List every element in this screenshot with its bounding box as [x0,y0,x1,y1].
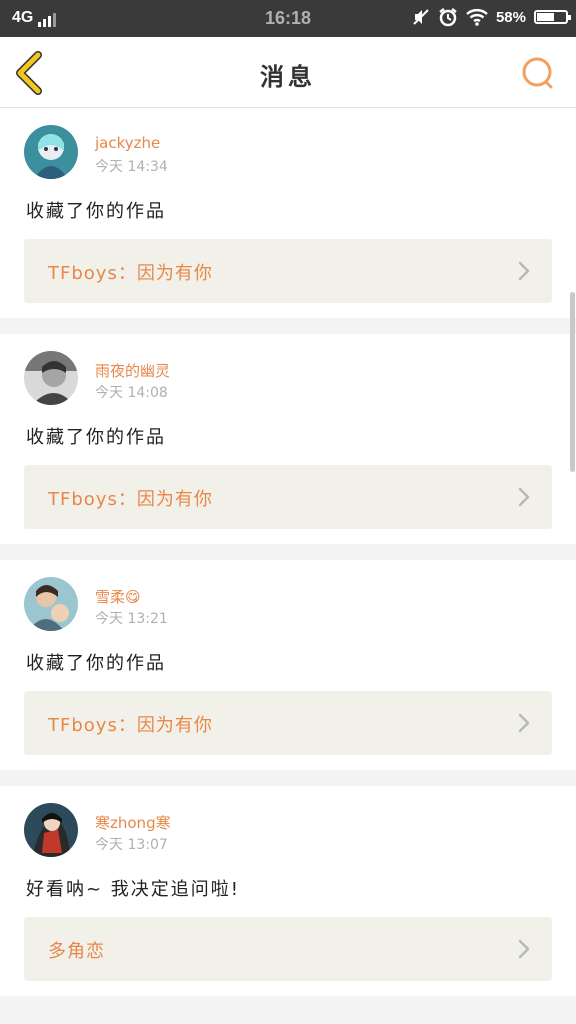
status-bar: 4G 16:18 58% [0,0,576,37]
work-title: TFboys：因为有你 [48,263,213,284]
timestamp: 今天 13:07 [95,837,168,853]
user-avatar-icon [24,125,78,179]
avatar[interactable] [24,577,78,631]
wifi-icon [466,9,488,26]
message-card: 雪柔😋 今天 13:21 收藏了你的作品 TFboys：因为有你 [0,560,576,770]
battery-percent: 58% [495,8,526,26]
mute-icon [413,9,429,25]
message-text: 收藏了你的作品 [26,427,166,448]
chevron-right-icon [518,487,530,507]
work-link[interactable]: TFboys：因为有你 [24,465,552,529]
user-avatar-icon [24,803,78,857]
work-title: 多角恋 [48,941,105,962]
username[interactable]: 寒zhong寒 [95,812,171,833]
message-list: jackyzhe 今天 14:34 收藏了你的作品 TFboys：因为有你 雨夜… [0,108,576,1012]
battery-icon [534,10,571,24]
message-text: 好看呐~ 我决定追问啦! [26,879,241,900]
message-text: 收藏了你的作品 [26,201,166,222]
search-icon [522,57,553,89]
chevron-right-icon [518,713,530,733]
chevron-right-icon [518,939,530,959]
message-card: 雨夜的幽灵 今天 14:08 收藏了你的作品 TFboys：因为有你 [0,334,576,544]
timestamp: 今天 13:21 [95,611,168,627]
avatar[interactable] [24,125,78,179]
user-avatar-icon [24,577,78,631]
user-avatar-icon [24,351,78,405]
work-title: TFboys：因为有你 [48,715,213,736]
scrollbar[interactable] [570,292,575,472]
message-card: jackyzhe 今天 14:34 收藏了你的作品 TFboys：因为有你 [0,108,576,318]
search-button[interactable] [520,55,556,91]
work-link[interactable]: 多角恋 [24,917,552,981]
timestamp: 今天 14:34 [95,159,168,175]
avatar[interactable] [24,803,78,857]
alarm-icon [439,8,457,27]
username[interactable]: jackyzhe [95,134,160,152]
nav-bar: 消息 [0,37,576,108]
work-title: TFboys：因为有你 [48,489,213,510]
work-link[interactable]: TFboys：因为有你 [24,691,552,755]
timestamp: 今天 14:08 [95,385,168,401]
username[interactable]: 雨夜的幽灵 [95,360,170,381]
username[interactable]: 雪柔😋 [95,586,141,607]
message-card: 寒zhong寒 今天 13:07 好看呐~ 我决定追问啦! 多角恋 [0,786,576,996]
message-text: 收藏了你的作品 [26,653,166,674]
avatar[interactable] [24,351,78,405]
page-title: 消息 [260,63,316,91]
work-link[interactable]: TFboys：因为有你 [24,239,552,303]
status-icons: 58% [412,7,571,27]
chevron-right-icon [518,261,530,281]
